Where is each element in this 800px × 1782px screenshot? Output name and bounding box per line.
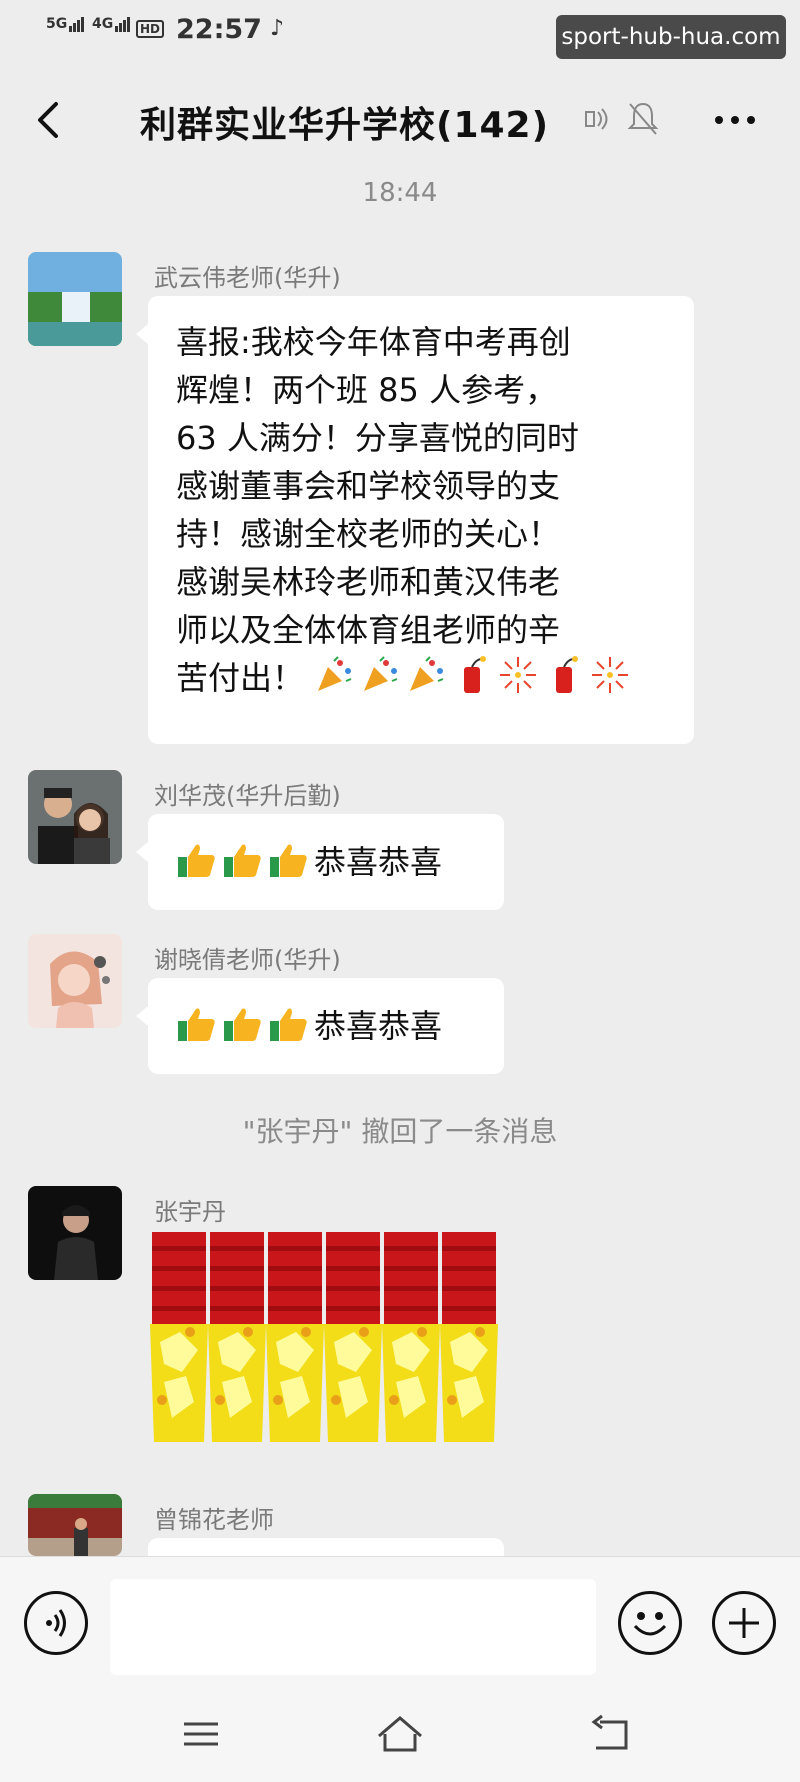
thumbs-up-icon (270, 1008, 307, 1041)
message-line: 喜报:我校今年体育中考再创 (176, 323, 571, 361)
firecracker-sticker[interactable] (150, 1232, 502, 1442)
chat-header: 利群实业华升学校(142) (0, 80, 800, 160)
sender-name: 武云伟老师(华升) (154, 264, 341, 292)
smiley-icon (633, 1612, 667, 1636)
input-bar (0, 1556, 800, 1690)
watermark: sport-hub-hua.com (556, 15, 786, 59)
emoji-button[interactable] (618, 1591, 682, 1655)
more-icon[interactable] (710, 100, 760, 140)
sender-name: 曾锦花老师 (154, 1506, 274, 1534)
clock: 22:57 (176, 14, 262, 45)
party-popper-icon (364, 656, 398, 691)
tiktok-icon: ♪ (270, 16, 285, 41)
message-input[interactable] (110, 1579, 596, 1675)
message-line: 63 人满分！分享喜悦的同时 (176, 419, 579, 457)
message-line: 感谢董事会和学校领导的支 (176, 467, 561, 505)
voice-icon (46, 1609, 66, 1637)
mute-icon (627, 102, 659, 135)
voice-input-button[interactable] (24, 1591, 88, 1655)
message-bubble[interactable]: 恭喜恭喜 (136, 814, 504, 910)
menu-icon[interactable] (176, 1712, 226, 1756)
thumbs-up-icon (224, 1008, 261, 1041)
message-line: 持！感谢全校老师的关心！ (176, 515, 561, 553)
avatar[interactable] (28, 1494, 122, 1556)
avatar[interactable] (28, 934, 122, 1028)
thumbs-up-icon (224, 844, 261, 877)
avatar[interactable] (28, 770, 122, 864)
firecracker-icon (556, 656, 579, 693)
message-text: 恭喜恭喜 (314, 843, 443, 881)
more-functions-button[interactable] (712, 1591, 776, 1655)
fireworks-icon (500, 657, 537, 693)
thumbs-up-icon (178, 1008, 215, 1041)
system-nav-bar (0, 1690, 800, 1782)
avatar[interactable] (28, 1186, 122, 1280)
message-bubble[interactable]: 恭喜恭喜 (136, 978, 504, 1074)
recall-notice: "张宇丹" 撤回了一条消息 (242, 1115, 558, 1148)
message-line: 师以及全体体育组老师的辛 (176, 611, 561, 649)
message-line: 苦付出！ (176, 654, 666, 702)
firecracker-icon (464, 656, 487, 693)
sender-name: 张宇丹 (154, 1198, 226, 1226)
thumbs-up-icon (178, 844, 215, 877)
message-line: 感谢吴林玲老师和黄汉伟老 (176, 563, 561, 601)
signal-4g: 4G (92, 16, 131, 32)
message-line: 辉煌！两个班 85 人参考， (176, 371, 558, 409)
signal-5g: 5G (46, 16, 85, 32)
back-nav-icon[interactable] (586, 1712, 636, 1756)
plus-icon (729, 1608, 759, 1638)
party-popper-icon (410, 656, 444, 691)
avatar[interactable] (28, 252, 122, 346)
party-popper-icon (318, 656, 352, 691)
sender-name: 谢晓倩老师(华升) (154, 946, 341, 974)
thumbs-up-icon (270, 844, 307, 877)
message-text: 恭喜恭喜 (314, 1007, 443, 1045)
message-bubble[interactable] (136, 1538, 504, 1586)
back-icon[interactable] (30, 98, 70, 142)
home-icon[interactable] (375, 1712, 425, 1756)
timestamp: 18:44 (362, 178, 438, 208)
sender-name: 刘华茂(华升后勤) (154, 782, 341, 810)
message-bubble[interactable]: 喜报:我校今年体育中考再创 辉煌！两个班 85 人参考， 63 人满分！分享喜悦… (136, 296, 694, 744)
group-title: 利群实业华升学校(142) (140, 105, 550, 146)
hd-badge: HD (136, 20, 165, 38)
voice-off-icon (585, 108, 608, 130)
fireworks-icon (592, 657, 629, 693)
